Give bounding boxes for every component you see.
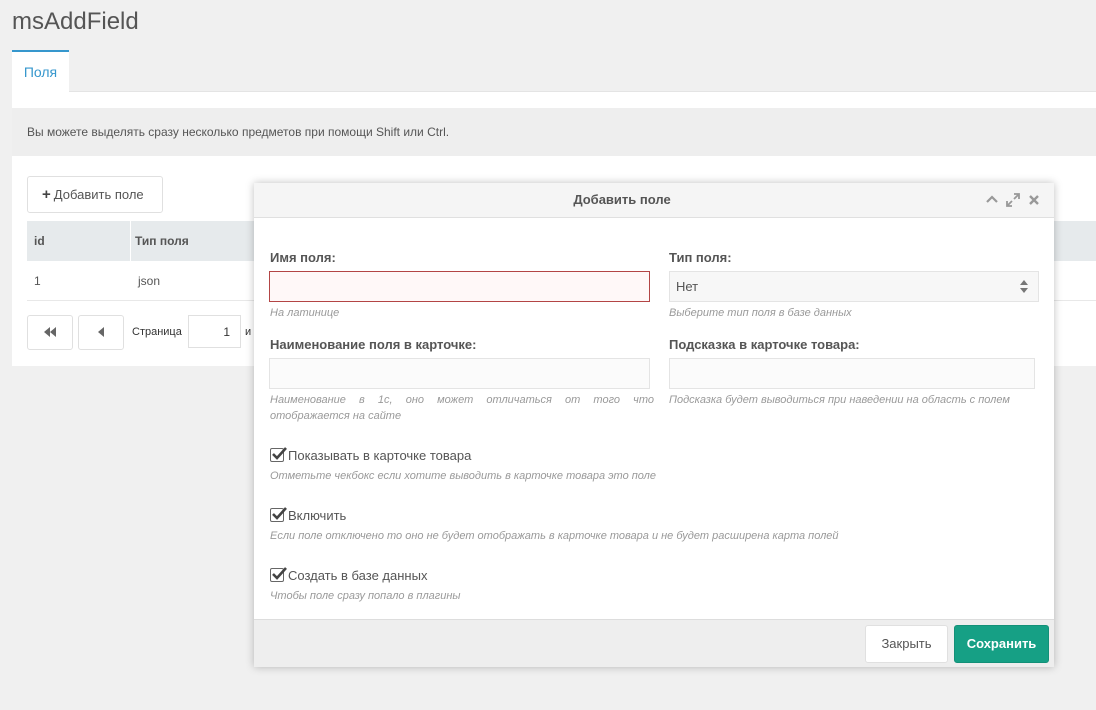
field-caption-hint: Наименование в 1с, оно может отличаться … (270, 394, 654, 422)
save-button[interactable]: Сохранить (954, 625, 1049, 663)
checkbox-show-in-card[interactable]: Показывать в карточке товара (270, 447, 472, 466)
field-caption-label: Наименование поля в карточке: (270, 337, 477, 352)
cell-type: json (138, 274, 161, 288)
field-type-selected: Нет (676, 279, 699, 294)
maximize-icon[interactable] (1005, 192, 1021, 208)
field-tooltip-hint: Подсказка будет выводиться при наведении… (669, 394, 1010, 406)
checkbox-create-in-db[interactable]: Создать в базе данных (270, 567, 428, 586)
pager-of-label: и (245, 326, 252, 338)
checkbox-hint: Чтобы поле сразу попало в плагины (270, 590, 461, 602)
field-tooltip-label: Подсказка в карточке товара: (669, 337, 860, 352)
pager-prev-button[interactable] (78, 315, 124, 350)
field-type-label: Тип поля: (669, 250, 732, 265)
pager-first-button[interactable] (27, 315, 73, 350)
checkbox-label: Включить (288, 508, 347, 523)
field-type-select[interactable]: Нет (669, 271, 1039, 302)
close-icon[interactable] (1026, 192, 1042, 208)
field-name-label: Имя поля: (270, 250, 336, 265)
pager-page-label: Страница (132, 326, 182, 338)
pager-page-input[interactable] (188, 315, 241, 348)
field-name-input[interactable] (269, 271, 650, 302)
field-tooltip-input[interactable] (669, 358, 1035, 389)
dialog-footer: Закрыть Сохранить (254, 619, 1054, 667)
checkbox-enable[interactable]: Включить (270, 507, 347, 526)
select-arrows-icon (1020, 280, 1028, 293)
dialog-title: Добавить поле (573, 192, 671, 207)
prev-page-icon (98, 327, 104, 337)
field-name-hint: На латинице (270, 307, 340, 319)
checkbox-label: Создать в базе данных (288, 568, 428, 583)
field-caption-input[interactable] (269, 358, 650, 389)
tab-fields[interactable]: Поля (12, 50, 69, 93)
first-page-icon (44, 327, 56, 337)
column-header-id[interactable]: id (34, 221, 45, 261)
checkbox-checked-icon[interactable] (270, 507, 287, 522)
checkbox-hint: Если поле отключено то оно не будет отоб… (270, 530, 839, 542)
checkbox-checked-icon[interactable] (270, 567, 287, 582)
dialog-header[interactable]: Добавить поле (254, 183, 1054, 218)
app-title: msAddField (12, 8, 139, 35)
cell-id: 1 (34, 274, 41, 288)
close-button[interactable]: Закрыть (865, 625, 948, 663)
tab-bar: Поля (12, 50, 1096, 93)
info-bar: Вы можете выделять сразу несколько предм… (12, 108, 1096, 156)
add-field-label: Добавить поле (53, 187, 144, 202)
plus-icon: + (42, 186, 51, 203)
checkbox-label: Показывать в карточке товара (288, 448, 472, 463)
add-field-dialog: Добавить поле Имя поля: На латинице Тип … (254, 183, 1054, 667)
column-header-type[interactable]: Тип поля (130, 221, 189, 261)
collapse-icon[interactable] (984, 192, 1000, 208)
checkbox-checked-icon[interactable] (270, 447, 287, 462)
add-field-button[interactable]: + Добавить поле (27, 176, 163, 213)
checkbox-hint: Отметьте чекбокс если хотите выводить в … (270, 470, 657, 482)
field-type-hint: Выберите тип поля в базе данных (669, 307, 852, 319)
